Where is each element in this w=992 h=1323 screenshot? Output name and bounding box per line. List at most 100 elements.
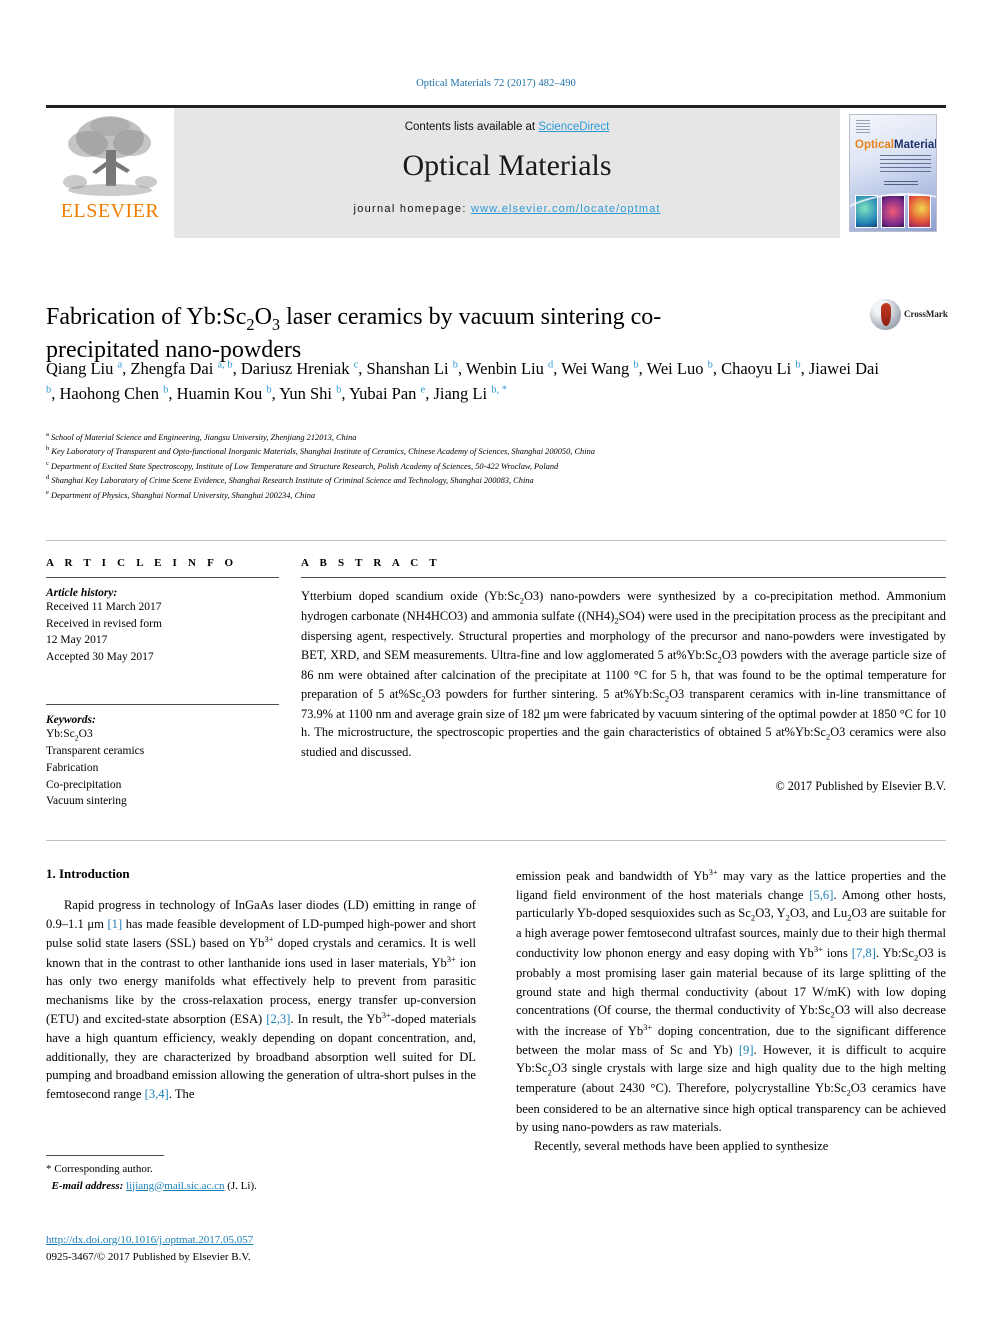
cover-editor-lines bbox=[884, 181, 918, 187]
author-name: Wei Luo bbox=[646, 359, 704, 378]
keywords-rule bbox=[46, 703, 279, 705]
cover-publisher-mark bbox=[856, 120, 870, 133]
abstract-column: A B S T R A C T Ytterbium doped scandium… bbox=[301, 557, 946, 810]
body-column-left: 1. Introduction Rapid progress in techno… bbox=[46, 866, 476, 1155]
author-name: Jiawei Dai bbox=[808, 359, 879, 378]
affiliation-label: c bbox=[46, 459, 49, 467]
footnote-rule bbox=[46, 1155, 164, 1156]
paper-page: Optical Materials 72 (2017) 482–490 ELSE… bbox=[0, 0, 992, 1323]
author-affiliation-mark: b bbox=[707, 359, 713, 371]
journal-homepage-line: journal homepage: www.elsevier.com/locat… bbox=[174, 203, 840, 215]
author-name: Jiang Li bbox=[433, 384, 488, 404]
author-affiliation-mark: b bbox=[633, 359, 639, 371]
issn-copyright-line: 0925-3467/© 2017 Published by Elsevier B… bbox=[46, 1250, 251, 1263]
affiliation-item: e Department of Physics, Shanghai Normal… bbox=[46, 488, 316, 500]
body-column-right: emission peak and bandwidth of Yb3+ may … bbox=[516, 866, 946, 1155]
email-label: E-mail address: bbox=[51, 1179, 127, 1192]
contents-line: Contents lists available at ScienceDirec… bbox=[174, 108, 840, 133]
cover-title-optical: Optical bbox=[855, 139, 894, 151]
article-history-item: 12 May 2017 bbox=[46, 634, 108, 647]
keyword-item: Co-precipitation bbox=[46, 778, 122, 791]
cover-subtitle-lines bbox=[880, 155, 931, 173]
info-abstract-band: A R T I C L E I N F O Article history: R… bbox=[46, 540, 946, 810]
intro-paragraph-left: Rapid progress in technology of InGaAs l… bbox=[46, 898, 477, 1101]
intro-paragraph-right-2: Recently, several methods have been appl… bbox=[534, 1138, 829, 1153]
affiliation-label: e bbox=[46, 488, 49, 496]
article-history-label: Article history: bbox=[46, 587, 118, 599]
author-affiliation-mark: b bbox=[163, 384, 169, 396]
author-name: Haohong Chen bbox=[59, 384, 159, 404]
corresponding-author-line: * Corresponding author. bbox=[46, 1163, 153, 1175]
article-history-item: Accepted 30 May 2017 bbox=[46, 651, 154, 664]
email-suffix: (J. Li). bbox=[224, 1179, 257, 1192]
article-history-item: Received 11 March 2017 bbox=[46, 601, 162, 613]
author-name: Chaoyu Li bbox=[721, 359, 792, 378]
author-name: Wenbin Liu bbox=[465, 359, 544, 378]
corresponding-author-footnote: * Corresponding author. E-mail address: … bbox=[46, 1155, 346, 1194]
title-text-c: laser ceramics by vacuum sintering co- bbox=[280, 304, 662, 331]
affiliation-item: a School of Material Science and Enginee… bbox=[46, 431, 357, 442]
author-name: Dariusz Hreniak bbox=[240, 359, 350, 378]
article-info-heading: A R T I C L E I N F O bbox=[46, 557, 238, 569]
body-columns: 1. Introduction Rapid progress in techno… bbox=[46, 866, 946, 1155]
affiliation-list: a School of Material Science and Enginee… bbox=[46, 430, 926, 502]
elsevier-tree-icon bbox=[58, 112, 162, 200]
keyword-item: Fabrication bbox=[46, 761, 99, 774]
crossmark-badge[interactable]: CrossMark bbox=[870, 290, 948, 338]
keyword-item: Yb:Sc2O3 bbox=[46, 727, 93, 742]
email-line: E-mail address: lijiang@mail.sic.ac.cn (… bbox=[46, 1178, 346, 1195]
author-name: Yubai Pan bbox=[349, 384, 417, 404]
crossmark-label: CrossMark bbox=[904, 308, 948, 319]
author-name: Shanshan Li bbox=[366, 359, 449, 378]
title-sub-1: 2 bbox=[246, 314, 255, 334]
keywords-label: Keywords: bbox=[46, 713, 96, 726]
sciencedirect-link[interactable]: ScienceDirect bbox=[538, 121, 609, 133]
homepage-prefix: journal homepage: bbox=[353, 203, 472, 215]
banner-center: Contents lists available at ScienceDirec… bbox=[174, 108, 840, 238]
article-history-list: Received 11 March 2017 Received in revise… bbox=[46, 599, 279, 666]
author-affiliation-mark: b bbox=[452, 359, 458, 371]
running-head: Optical Materials 72 (2017) 482–490 bbox=[416, 78, 576, 89]
keywords-list: Yb:Sc2O3 Transparent ceramics Fabrication C… bbox=[46, 726, 279, 810]
journal-banner: ELSEVIER Contents lists available at Sci… bbox=[46, 105, 946, 238]
author-affiliation-mark: b, * bbox=[491, 384, 507, 396]
contents-prefix: Contents lists available at bbox=[404, 121, 539, 133]
body-top-rule bbox=[46, 840, 946, 841]
article-history-item: Received in revised form bbox=[46, 617, 162, 630]
author-affiliation-mark: a, b bbox=[217, 359, 233, 371]
title-sub-2: 3 bbox=[271, 314, 281, 334]
elsevier-logo-block: ELSEVIER bbox=[46, 108, 174, 238]
author-affiliation-mark: b bbox=[266, 384, 272, 396]
journal-homepage-link[interactable]: www.elsevier.com/locate/optmat bbox=[471, 203, 661, 215]
journal-cover-block: Optical Materials bbox=[840, 108, 946, 238]
journal-cover-thumbnail[interactable]: Optical Materials bbox=[849, 114, 937, 232]
cover-title-materials: Materials bbox=[894, 139, 936, 151]
doi-link[interactable]: http://dx.doi.org/10.1016/j.optmat.2017.… bbox=[46, 1234, 253, 1246]
abstract-heading: A B S T R A C T bbox=[301, 557, 441, 569]
keywords-block: Keywords: Yb:Sc2O3 Transparent ceramics Fa… bbox=[46, 703, 279, 810]
email-link[interactable]: lijiang@mail.sic.ac.cn bbox=[126, 1180, 224, 1192]
affiliation-label: d bbox=[46, 474, 50, 482]
keyword-item: Vacuum sintering bbox=[46, 795, 127, 808]
abstract-text: Ytterbium doped scandium oxide (Yb:Sc2O3… bbox=[301, 589, 946, 760]
author-name: Yun Shi bbox=[279, 384, 333, 404]
author-affiliation-mark: c bbox=[353, 359, 359, 371]
article-info-rule bbox=[46, 577, 279, 578]
keyword-item: Transparent ceramics bbox=[46, 745, 145, 758]
journal-title: Optical Materials bbox=[402, 149, 612, 182]
section-heading-introduction: 1. Introduction bbox=[46, 866, 130, 881]
title-text-b: O bbox=[254, 304, 272, 331]
author-affiliation-mark: e bbox=[420, 384, 426, 396]
author-affiliation-mark: b bbox=[336, 384, 342, 396]
author-affiliation-mark: b bbox=[46, 384, 52, 396]
author-list: Qiang Liu a, Zhengfa Dai a, b, Dariusz H… bbox=[46, 359, 879, 404]
author-name: Wei Wang bbox=[561, 359, 630, 378]
affiliation-label: b bbox=[46, 445, 50, 453]
title-text-a: Fabrication of Yb:Sc bbox=[46, 304, 247, 331]
affiliation-item: c Department of Excited State Spectrosco… bbox=[46, 459, 559, 471]
abstract-copyright: © 2017 Published by Elsevier B.V. bbox=[775, 779, 946, 794]
article-info-column: A R T I C L E I N F O Article history: R… bbox=[46, 557, 301, 810]
intro-paragraph-right: emission peak and bandwidth of Yb3+ may … bbox=[516, 867, 946, 1135]
author-name: Huamin Kou bbox=[176, 384, 263, 404]
cover-swoosh-decoration bbox=[850, 193, 936, 231]
